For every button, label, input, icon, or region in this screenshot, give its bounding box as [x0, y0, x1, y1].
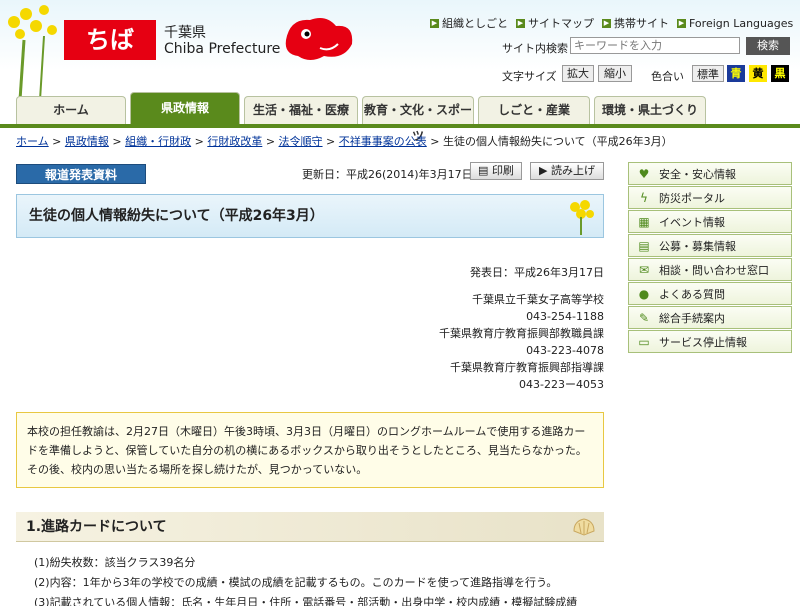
published-date: 発表日：平成26年3月17日 — [470, 266, 604, 279]
contact-org: 千葉県教育庁教育振興部指導課 — [450, 361, 604, 374]
mail-icon: ✉ — [638, 262, 650, 277]
search-input[interactable] — [570, 37, 740, 54]
rapeseed-flowers-decoration — [8, 5, 57, 100]
breadcrumb-current: 生徒の個人情報紛失について（平成26年3月） — [442, 135, 673, 148]
list-item: (2)内容：1年から3年の学校での成績・模試の成績を記載するもの。このカードを使… — [34, 576, 558, 589]
section-heading: 1.進路カードについて — [16, 512, 604, 542]
document-icon: ▤ — [638, 238, 650, 253]
top-links: ▶ 組織としごと ▶ サイトマップ ▶ 携帯サイト ▶ Foreign Language… — [430, 15, 793, 31]
breadcrumb-link[interactable]: 法令順守 — [279, 135, 323, 148]
nav-tab-work-industry[interactable]: しごと・産業 — [478, 96, 590, 124]
contact-org: 千葉県立千葉女子高等学校 — [472, 293, 604, 306]
read-aloud-button[interactable]: ▶ 読み上げ — [530, 162, 604, 180]
arrow-icon: ▶ — [602, 18, 611, 28]
sidebar: ♥ 安全・安心情報 ϟ 防災ポータル ▦ イベント情報 ▤ 公募・募集情報 ✉ 相談・問い… — [628, 162, 792, 354]
sidebar-item-events[interactable]: ▦ イベント情報 — [628, 210, 792, 233]
contact-block: 発表日：平成26年3月17日 千葉県立千葉女子高等学校 043-254-1188… — [439, 264, 604, 393]
sidebar-item-disaster[interactable]: ϟ 防災ポータル — [628, 186, 792, 209]
nav-divider — [0, 124, 800, 128]
breadcrumb-link[interactable]: 県政情報 — [65, 135, 109, 148]
flower-decoration-icon — [570, 200, 594, 235]
shell-decoration-icon — [573, 518, 595, 536]
contact-tel: 043-223-4078 — [526, 344, 604, 357]
arrow-icon: ▶ — [516, 18, 525, 28]
top-link-organization[interactable]: ▶ 組織としごと — [430, 15, 508, 31]
nav-tab-government[interactable]: 県政情報 — [130, 92, 240, 124]
breadcrumb-link[interactable]: 不祥事事案の公表 — [339, 135, 427, 148]
section-item-list: (1)紛失枚数：該当クラス39名分 (2)内容：1年から3年の学校での成績・模試… — [34, 553, 577, 606]
contact-tel: 043-223ー4053 — [519, 378, 604, 391]
print-button[interactable]: ▤ 印刷 — [470, 162, 522, 180]
contact-org: 千葉県教育庁教育振興部教職員課 — [439, 327, 604, 340]
list-item: (1)紛失枚数：該当クラス39名分 — [34, 556, 196, 569]
incident-notice: 本校の担任教諭は、2月27日（木曜日）午後3時頃、3月3日（月曜日）のロングホー… — [16, 412, 604, 488]
prefecture-name-jp: 千葉県 — [164, 25, 206, 41]
breadcrumb-link[interactable]: ホーム — [16, 135, 49, 148]
breadcrumb-link[interactable]: 組織・行財政 — [125, 135, 191, 148]
top-link-mobile[interactable]: ▶ 携帯サイト — [602, 15, 669, 31]
color-scheme-label: 色合い — [651, 70, 684, 83]
sidebar-item-safety[interactable]: ♥ 安全・安心情報 — [628, 162, 792, 185]
nav-tab-life-welfare[interactable]: 生活・福祉・医療 — [244, 96, 358, 124]
sidebar-item-procedures[interactable]: ✎ 総合手続案内 — [628, 306, 792, 329]
text-size-label: 文字サイズ — [502, 70, 557, 83]
text-size-large-button[interactable]: 拡大 — [562, 65, 594, 82]
heart-icon: ♥ — [638, 166, 650, 181]
sidebar-item-recruitment[interactable]: ▤ 公募・募集情報 — [628, 234, 792, 257]
prefecture-name-en: Chiba Prefecture — [164, 41, 281, 57]
nav-tab-home[interactable]: ホーム — [16, 96, 126, 124]
calendar-icon: ▦ — [638, 214, 650, 229]
arrow-icon: ▶ — [430, 18, 439, 28]
press-release-label: 報道発表資料 — [16, 164, 146, 184]
sidebar-item-inquiry[interactable]: ✉ 相談・問い合わせ窓口 — [628, 258, 792, 281]
top-link-sitemap[interactable]: ▶ サイトマップ — [516, 15, 594, 31]
pencil-icon: ✎ — [638, 310, 650, 325]
lightning-icon: ϟ — [640, 190, 648, 205]
speaker-icon: ▶ — [539, 164, 551, 177]
page-title: 生徒の個人情報紛失について（平成26年3月） — [29, 208, 324, 224]
sidebar-item-faq[interactable]: ● よくある質問 — [628, 282, 792, 305]
sidebar-item-service-status[interactable]: ▭ サービス停止情報 — [628, 330, 792, 353]
nav-tab-education[interactable]: 教育・文化・スポーツ — [362, 96, 474, 143]
color-standard-button[interactable]: 標準 — [692, 65, 724, 82]
search-button[interactable]: 検索 — [746, 37, 790, 55]
breadcrumb: ホーム > 県政情報 > 組織・行財政 > 行財政改革 > 法令順守 > 不祥事… — [16, 135, 673, 148]
top-link-foreign-languages[interactable]: ▶ Foreign Languages — [677, 15, 793, 31]
arrow-icon: ▶ — [677, 18, 686, 28]
printer-icon: ▤ — [478, 164, 492, 177]
color-yellow-button[interactable]: 黄 — [749, 65, 767, 82]
chiba-kun-mascot-icon — [285, 18, 353, 60]
chiba-logo[interactable]: ちば — [64, 20, 156, 60]
text-size-small-button[interactable]: 縮小 — [598, 65, 632, 82]
nav-tab-environment[interactable]: 環境・県土づくり — [594, 96, 706, 124]
monitor-icon: ▭ — [638, 334, 650, 349]
updated-date: 更新日：平成26(2014)年3月17日 — [302, 168, 473, 181]
global-nav: ホーム 県政情報 生活・福祉・医療 教育・文化・スポーツ しごと・産業 環境・県… — [16, 92, 706, 143]
color-black-button[interactable]: 黒 — [771, 65, 789, 82]
color-blue-button[interactable]: 青 — [727, 65, 745, 82]
search-label: サイト内検索 — [502, 42, 568, 55]
page-title-box: 生徒の個人情報紛失について（平成26年3月） — [16, 194, 604, 238]
contact-tel: 043-254-1188 — [526, 310, 604, 323]
list-item: (3)記載されている個人情報：氏名・生年月日・住所・電話番号・部活動・出身中学・… — [34, 596, 578, 606]
breadcrumb-link[interactable]: 行財政改革 — [207, 135, 262, 148]
speech-bubble-icon: ● — [638, 286, 650, 301]
